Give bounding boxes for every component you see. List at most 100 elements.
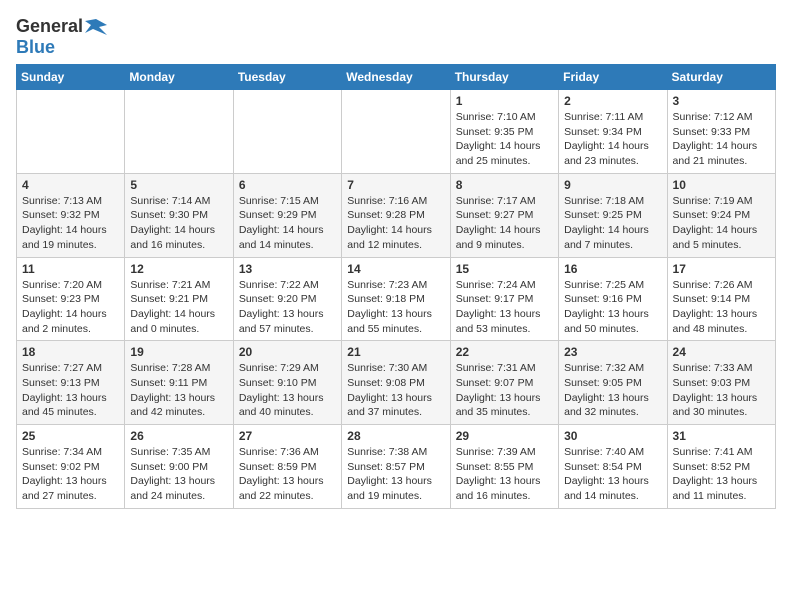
column-header-wednesday: Wednesday <box>342 65 450 90</box>
day-number: 18 <box>22 345 119 359</box>
calendar-cell: 17 Sunrise: 7:26 AM Sunset: 9:14 PM Dayli… <box>667 257 775 341</box>
day-info: Sunrise: 7:17 AM Sunset: 9:27 PM Dayligh… <box>456 194 553 253</box>
calendar-table: SundayMondayTuesdayWednesdayThursdayFrid… <box>16 64 776 509</box>
day-number: 17 <box>673 262 770 276</box>
day-info: Sunrise: 7:14 AM Sunset: 9:30 PM Dayligh… <box>130 194 227 253</box>
day-info: Sunrise: 7:27 AM Sunset: 9:13 PM Dayligh… <box>22 361 119 420</box>
day-number: 1 <box>456 94 553 108</box>
day-info: Sunrise: 7:24 AM Sunset: 9:17 PM Dayligh… <box>456 278 553 337</box>
week-row-4: 18 Sunrise: 7:27 AM Sunset: 9:13 PM Dayli… <box>17 341 776 425</box>
day-number: 19 <box>130 345 227 359</box>
calendar-cell: 14 Sunrise: 7:23 AM Sunset: 9:18 PM Dayli… <box>342 257 450 341</box>
day-info: Sunrise: 7:25 AM Sunset: 9:16 PM Dayligh… <box>564 278 661 337</box>
day-number: 27 <box>239 429 336 443</box>
day-info: Sunrise: 7:12 AM Sunset: 9:33 PM Dayligh… <box>673 110 770 169</box>
day-info: Sunrise: 7:16 AM Sunset: 9:28 PM Dayligh… <box>347 194 444 253</box>
day-number: 15 <box>456 262 553 276</box>
day-number: 28 <box>347 429 444 443</box>
day-number: 13 <box>239 262 336 276</box>
calendar-cell: 21Sunrise: 7:30 AM Sunset: 9:08 PM Dayli… <box>342 341 450 425</box>
logo: General Blue <box>16 16 107 58</box>
calendar-cell: 1Sunrise: 7:10 AM Sunset: 9:35 PM Daylig… <box>450 90 558 174</box>
day-number: 23 <box>564 345 661 359</box>
day-number: 25 <box>22 429 119 443</box>
calendar-cell: 29 Sunrise: 7:39 AM Sunset: 8:55 PM Dayli… <box>450 425 558 509</box>
calendar-cell: 6Sunrise: 7:15 AM Sunset: 9:29 PM Daylig… <box>233 173 341 257</box>
day-info: Sunrise: 7:38 AM Sunset: 8:57 PM Dayligh… <box>347 445 444 504</box>
calendar-cell: 9 Sunrise: 7:18 AM Sunset: 9:25 PM Daylig… <box>559 173 667 257</box>
day-info: Sunrise: 7:33 AM Sunset: 9:03 PM Dayligh… <box>673 361 770 420</box>
week-row-5: 25 Sunrise: 7:34 AM Sunset: 9:02 PM Dayli… <box>17 425 776 509</box>
day-info: Sunrise: 7:34 AM Sunset: 9:02 PM Dayligh… <box>22 445 119 504</box>
column-header-sunday: Sunday <box>17 65 125 90</box>
calendar-cell: 12 Sunrise: 7:21 AM Sunset: 9:21 PM Dayli… <box>125 257 233 341</box>
day-number: 16 <box>564 262 661 276</box>
calendar-cell: 31 Sunrise: 7:41 AM Sunset: 8:52 PM Dayli… <box>667 425 775 509</box>
day-number: 9 <box>564 178 661 192</box>
calendar-cell: 2Sunrise: 7:11 AM Sunset: 9:34 PM Daylig… <box>559 90 667 174</box>
week-row-3: 11 Sunrise: 7:20 AM Sunset: 9:23 PM Dayli… <box>17 257 776 341</box>
calendar-cell: 28 Sunrise: 7:38 AM Sunset: 8:57 PM Dayli… <box>342 425 450 509</box>
page-header: General Blue <box>16 16 776 58</box>
day-number: 8 <box>456 178 553 192</box>
calendar-cell: 7 Sunrise: 7:16 AM Sunset: 9:28 PM Daylig… <box>342 173 450 257</box>
calendar-cell: 3 Sunrise: 7:12 AM Sunset: 9:33 PM Daylig… <box>667 90 775 174</box>
day-number: 22 <box>456 345 553 359</box>
day-info: Sunrise: 7:18 AM Sunset: 9:25 PM Dayligh… <box>564 194 661 253</box>
column-header-tuesday: Tuesday <box>233 65 341 90</box>
calendar-cell: 30Sunrise: 7:40 AM Sunset: 8:54 PM Dayli… <box>559 425 667 509</box>
day-number: 20 <box>239 345 336 359</box>
day-number: 3 <box>673 94 770 108</box>
day-info: Sunrise: 7:28 AM Sunset: 9:11 PM Dayligh… <box>130 361 227 420</box>
calendar-cell: 10Sunrise: 7:19 AM Sunset: 9:24 PM Dayli… <box>667 173 775 257</box>
logo-bird-icon <box>85 17 107 37</box>
day-info: Sunrise: 7:31 AM Sunset: 9:07 PM Dayligh… <box>456 361 553 420</box>
calendar-cell: 19 Sunrise: 7:28 AM Sunset: 9:11 PM Dayli… <box>125 341 233 425</box>
calendar-cell: 5 Sunrise: 7:14 AM Sunset: 9:30 PM Daylig… <box>125 173 233 257</box>
calendar-cell: 20 Sunrise: 7:29 AM Sunset: 9:10 PM Dayli… <box>233 341 341 425</box>
day-info: Sunrise: 7:13 AM Sunset: 9:32 PM Dayligh… <box>22 194 119 253</box>
calendar-cell <box>125 90 233 174</box>
day-info: Sunrise: 7:39 AM Sunset: 8:55 PM Dayligh… <box>456 445 553 504</box>
calendar-cell: 16 Sunrise: 7:25 AM Sunset: 9:16 PM Dayli… <box>559 257 667 341</box>
calendar-cell <box>233 90 341 174</box>
calendar-cell <box>17 90 125 174</box>
calendar-cell: 13Sunrise: 7:22 AM Sunset: 9:20 PM Dayli… <box>233 257 341 341</box>
calendar-cell: 25 Sunrise: 7:34 AM Sunset: 9:02 PM Dayli… <box>17 425 125 509</box>
day-info: Sunrise: 7:15 AM Sunset: 9:29 PM Dayligh… <box>239 194 336 253</box>
logo-blue-text: Blue <box>16 37 55 57</box>
calendar-cell: 8 Sunrise: 7:17 AM Sunset: 9:27 PM Daylig… <box>450 173 558 257</box>
day-info: Sunrise: 7:41 AM Sunset: 8:52 PM Dayligh… <box>673 445 770 504</box>
day-info: Sunrise: 7:21 AM Sunset: 9:21 PM Dayligh… <box>130 278 227 337</box>
day-number: 11 <box>22 262 119 276</box>
calendar-body: 1Sunrise: 7:10 AM Sunset: 9:35 PM Daylig… <box>17 90 776 509</box>
calendar-cell: 26Sunrise: 7:35 AM Sunset: 9:00 PM Dayli… <box>125 425 233 509</box>
day-number: 10 <box>673 178 770 192</box>
day-info: Sunrise: 7:20 AM Sunset: 9:23 PM Dayligh… <box>22 278 119 337</box>
calendar-cell: 15 Sunrise: 7:24 AM Sunset: 9:17 PM Dayli… <box>450 257 558 341</box>
header-row: SundayMondayTuesdayWednesdayThursdayFrid… <box>17 65 776 90</box>
day-info: Sunrise: 7:29 AM Sunset: 9:10 PM Dayligh… <box>239 361 336 420</box>
calendar-cell <box>342 90 450 174</box>
column-header-thursday: Thursday <box>450 65 558 90</box>
day-number: 30 <box>564 429 661 443</box>
day-number: 26 <box>130 429 227 443</box>
week-row-2: 4Sunrise: 7:13 AM Sunset: 9:32 PM Daylig… <box>17 173 776 257</box>
day-number: 7 <box>347 178 444 192</box>
day-number: 12 <box>130 262 227 276</box>
week-row-1: 1Sunrise: 7:10 AM Sunset: 9:35 PM Daylig… <box>17 90 776 174</box>
calendar-cell: 27 Sunrise: 7:36 AM Sunset: 8:59 PM Dayli… <box>233 425 341 509</box>
calendar-cell: 18 Sunrise: 7:27 AM Sunset: 9:13 PM Dayli… <box>17 341 125 425</box>
calendar-cell: 4Sunrise: 7:13 AM Sunset: 9:32 PM Daylig… <box>17 173 125 257</box>
column-header-friday: Friday <box>559 65 667 90</box>
column-header-saturday: Saturday <box>667 65 775 90</box>
day-number: 2 <box>564 94 661 108</box>
day-info: Sunrise: 7:36 AM Sunset: 8:59 PM Dayligh… <box>239 445 336 504</box>
day-number: 24 <box>673 345 770 359</box>
day-info: Sunrise: 7:26 AM Sunset: 9:14 PM Dayligh… <box>673 278 770 337</box>
day-number: 31 <box>673 429 770 443</box>
day-number: 5 <box>130 178 227 192</box>
day-info: Sunrise: 7:23 AM Sunset: 9:18 PM Dayligh… <box>347 278 444 337</box>
day-number: 14 <box>347 262 444 276</box>
day-number: 29 <box>456 429 553 443</box>
